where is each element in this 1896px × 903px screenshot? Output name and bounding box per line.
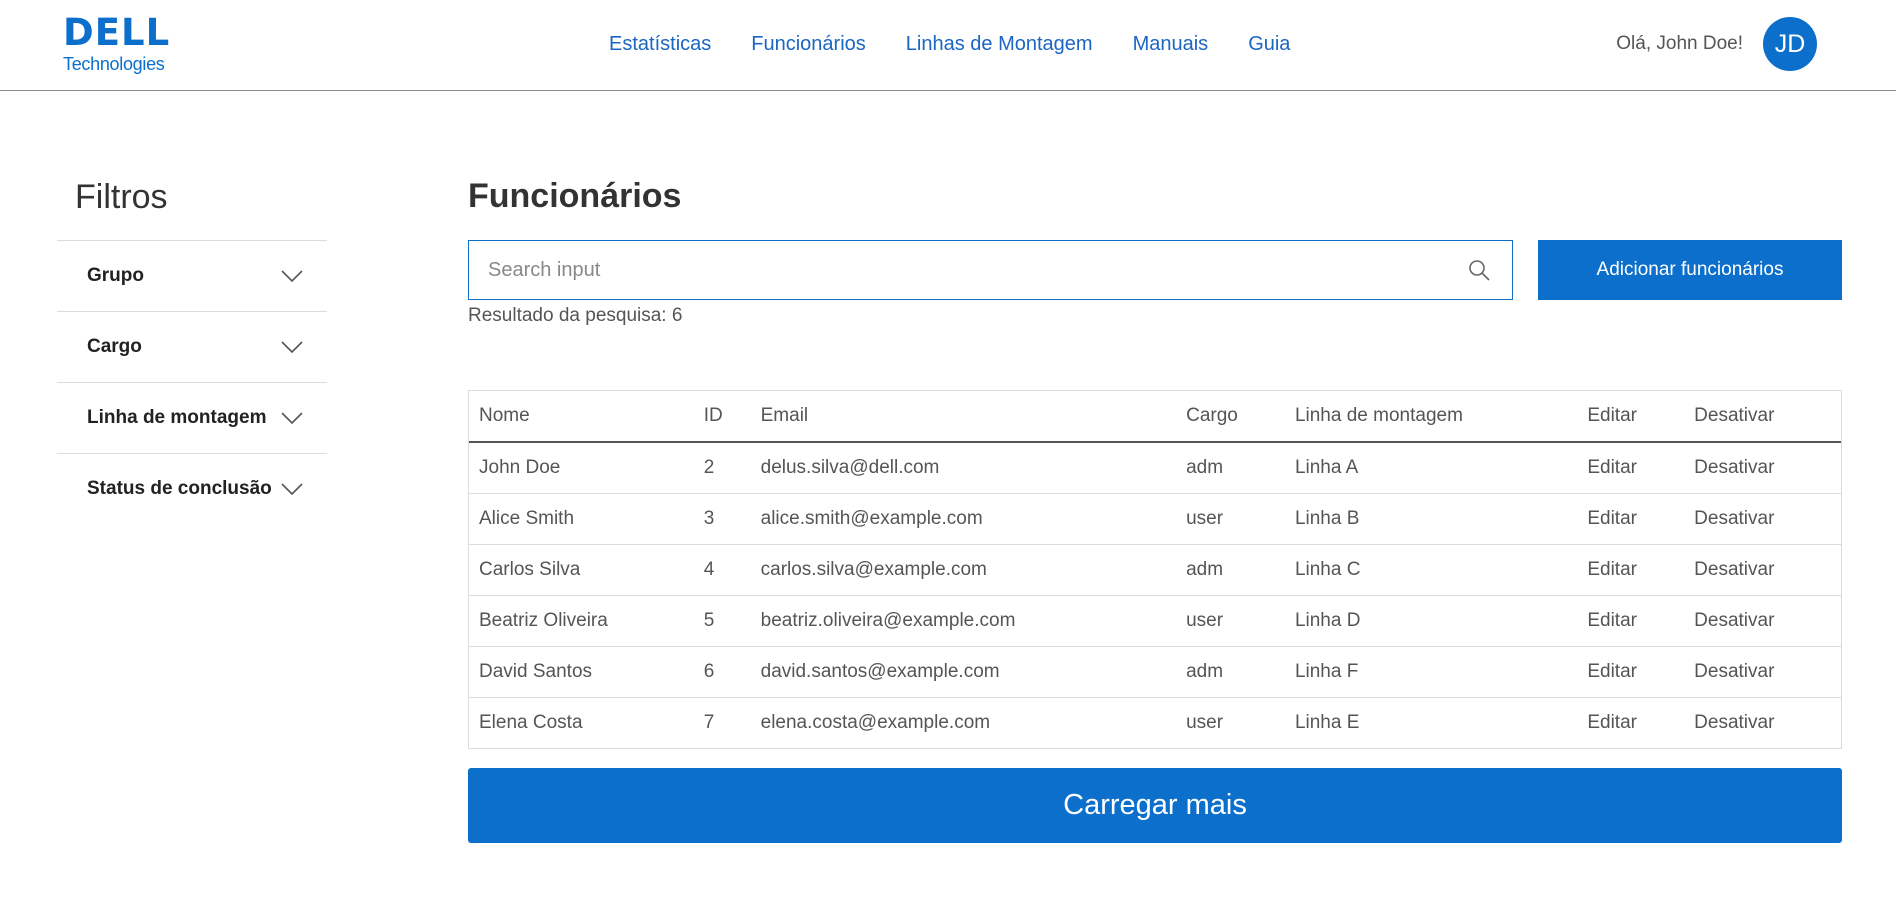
- cell-nome: Elena Costa: [479, 711, 583, 733]
- nav-link-guia[interactable]: Guia: [1248, 30, 1290, 58]
- filter-label: Linha de montagem: [87, 407, 267, 428]
- table-row: David Santos 6 david.santos@example.com …: [469, 646, 1841, 698]
- chevron-down-icon: [281, 270, 303, 283]
- table-header-row: Nome ID Email Cargo Linha de montagem Ed…: [469, 391, 1841, 443]
- cell-linha: Linha D: [1284, 595, 1578, 647]
- edit-button[interactable]: Editar: [1577, 442, 1685, 494]
- cell-nome: David Santos: [469, 646, 694, 698]
- chevron-down-icon: [281, 412, 303, 425]
- cell-id: 7: [703, 711, 715, 733]
- cell-cargo: user: [1176, 595, 1285, 647]
- filter-label: Cargo: [87, 336, 142, 357]
- deactivate-button[interactable]: Desativar: [1684, 646, 1841, 698]
- cell-id: 6: [693, 646, 751, 698]
- search-result-count: Resultado da pesquisa: 6: [468, 305, 683, 326]
- cell-linha: Linha C: [1284, 544, 1578, 596]
- cell-cargo: user: [1186, 711, 1224, 733]
- cell-email: alice.smith@example.com: [750, 493, 1177, 545]
- logo-subtitle: Technologies: [63, 54, 165, 74]
- cell-id: 2: [693, 442, 751, 494]
- avatar[interactable]: JD: [1763, 17, 1817, 71]
- filter-label: Grupo: [87, 265, 144, 286]
- deactivate-button[interactable]: Desativar: [1684, 697, 1841, 748]
- add-employees-button[interactable]: Adicionar funcionários: [1538, 240, 1842, 300]
- dell-technologies-logo[interactable]: DELL Technologies: [63, 14, 173, 74]
- employees-table: Nome ID Email Cargo Linha de montagem Ed…: [468, 390, 1842, 749]
- filters-sidebar: Filtros Grupo Cargo Linha de montagem St…: [57, 170, 327, 524]
- deactivate-button[interactable]: Desativar: [1684, 544, 1841, 596]
- deactivate-button[interactable]: Desativar: [1684, 595, 1841, 647]
- edit-button[interactable]: Editar: [1577, 544, 1685, 596]
- edit-button[interactable]: Editar: [1577, 493, 1685, 545]
- load-more-button[interactable]: Carregar mais: [468, 768, 1842, 843]
- main-nav: Estatísticas Funcionários Linhas de Mont…: [609, 30, 1330, 58]
- search-box: [468, 240, 1513, 300]
- cell-cargo: adm: [1176, 544, 1285, 596]
- cell-id: 4: [693, 544, 751, 596]
- cell-nome: Carlos Silva: [469, 544, 694, 596]
- cell-linha: Linha A: [1284, 442, 1578, 494]
- filter-linha-de-montagem[interactable]: Linha de montagem: [57, 382, 327, 453]
- table-row: Beatriz Oliveira 5 beatriz.oliveira@exam…: [469, 595, 1841, 647]
- edit-button[interactable]: Editar: [1577, 646, 1685, 698]
- nav-link-estatisticas[interactable]: Estatísticas: [609, 30, 711, 58]
- cell-email: carlos.silva@example.com: [750, 544, 1177, 596]
- deactivate-button[interactable]: Desativar: [1684, 442, 1841, 494]
- nav-link-linhas-de-montagem[interactable]: Linhas de Montagem: [906, 30, 1093, 58]
- logo-wordmark: DELL: [63, 11, 171, 54]
- edit-button[interactable]: Editar: [1577, 697, 1684, 748]
- nav-link-manuais[interactable]: Manuais: [1133, 30, 1209, 58]
- cell-linha: Linha B: [1284, 493, 1578, 545]
- top-header: DELL Technologies Estatísticas Funcionár…: [0, 0, 1896, 91]
- filter-cargo[interactable]: Cargo: [57, 311, 327, 382]
- deactivate-button[interactable]: Desativar: [1684, 493, 1841, 545]
- column-header-id: ID: [693, 391, 751, 443]
- filter-label: Status de conclusão: [87, 478, 272, 499]
- cell-nome: John Doe: [469, 442, 694, 494]
- cell-cargo: adm: [1176, 646, 1285, 698]
- column-header-linha-de-montagem: Linha de montagem: [1284, 391, 1578, 443]
- cell-email: elena.costa@example.com: [760, 711, 991, 733]
- cell-cargo: adm: [1176, 442, 1285, 494]
- column-header-cargo: Cargo: [1176, 391, 1285, 443]
- chevron-down-icon: [281, 483, 303, 496]
- search-input[interactable]: [469, 241, 1449, 299]
- column-header-desativar: Desativar: [1684, 391, 1841, 443]
- column-header-email: Email: [750, 391, 1177, 443]
- edit-button[interactable]: Editar: [1577, 595, 1685, 647]
- cell-id: 5: [693, 595, 751, 647]
- filter-grupo[interactable]: Grupo: [57, 240, 327, 311]
- column-header-editar: Editar: [1577, 391, 1685, 443]
- cell-id: 3: [693, 493, 751, 545]
- chevron-down-icon: [281, 341, 303, 354]
- cell-cargo: user: [1176, 493, 1285, 545]
- filters-title: Filtros: [75, 178, 168, 216]
- cell-nome: Beatriz Oliveira: [469, 595, 694, 647]
- page-title: Funcionários: [468, 177, 682, 215]
- cell-email: david.santos@example.com: [750, 646, 1177, 698]
- cell-email: delus.silva@dell.com: [750, 442, 1177, 494]
- cell-linha: Linha F: [1284, 646, 1578, 698]
- cell-linha: Linha E: [1294, 711, 1360, 733]
- filter-status-de-conclusao[interactable]: Status de conclusão: [57, 453, 327, 524]
- table-row: Elena Costa 7 elena.costa@example.com us…: [469, 697, 1841, 748]
- cell-nome: Alice Smith: [469, 493, 694, 545]
- column-header-nome: Nome: [469, 391, 694, 443]
- nav-link-funcionarios[interactable]: Funcionários: [751, 30, 866, 58]
- search-icon[interactable]: [1468, 259, 1490, 281]
- table-row: John Doe 2 delus.silva@dell.com adm Linh…: [469, 442, 1841, 494]
- user-greeting: Olá, John Doe!: [1616, 33, 1743, 54]
- table-row: Carlos Silva 4 carlos.silva@example.com …: [469, 544, 1841, 596]
- cell-email: beatriz.oliveira@example.com: [750, 595, 1177, 647]
- table-row: Alice Smith 3 alice.smith@example.com us…: [469, 493, 1841, 545]
